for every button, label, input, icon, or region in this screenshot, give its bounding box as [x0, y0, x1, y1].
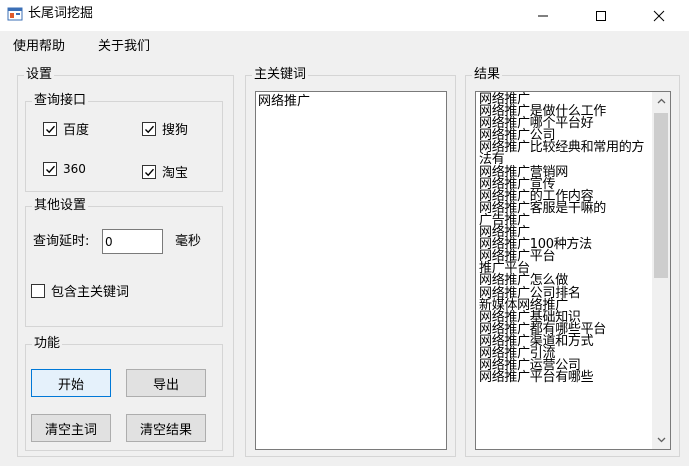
checkbox-360-label: 360: [63, 162, 86, 176]
window-title: 长尾词挖掘: [28, 6, 94, 21]
results-list: 网络推广 网络推广是做什么工作 网络推广哪个平台好 网络推广公司 网络推广比较经典和常用…: [479, 93, 651, 386]
chevron-up-icon: [657, 98, 665, 104]
checkbox-sogou-box[interactable]: [142, 121, 156, 136]
main-keyword-title: 主关键词: [252, 67, 309, 83]
close-icon: [653, 10, 665, 21]
delay-input[interactable]: [102, 229, 163, 254]
title-bar: 长尾词挖掘: [0, 0, 689, 31]
close-button[interactable]: [636, 0, 682, 31]
checkmark-icon: [46, 125, 56, 133]
maximize-icon: [596, 10, 606, 21]
main-keyword-value: 网络推广: [258, 94, 311, 109]
delay-unit-label: 毫秒: [175, 234, 202, 249]
chevron-down-icon: [657, 437, 665, 443]
scroll-up-button[interactable]: [652, 92, 670, 110]
checkbox-baidu-box[interactable]: [43, 121, 57, 136]
minimize-button[interactable]: [520, 0, 566, 31]
delay-label: 查询延时:: [33, 234, 90, 249]
settings-group-title: 设置: [24, 67, 55, 83]
result-line: 网络推广比较经典和常用的方法有: [479, 140, 645, 168]
checkmark-icon: [46, 165, 56, 174]
result-line: 网络推广平台有哪些: [479, 370, 594, 386]
checkbox-taobao-label: 淘宝: [162, 166, 189, 181]
checkbox-baidu[interactable]: 百度: [43, 119, 89, 138]
scroll-down-button[interactable]: [652, 431, 670, 449]
results-textarea[interactable]: 网络推广 网络推广是做什么工作 网络推广哪个平台好 网络推广公司 网络推广比较经典和常用…: [475, 91, 671, 450]
other-settings-group: 其他设置: [25, 198, 223, 327]
menu-item-help[interactable]: 使用帮助: [13, 39, 65, 55]
clear-results-button[interactable]: 清空结果: [126, 414, 206, 442]
checkbox-sogou-label: 搜狗: [162, 123, 189, 138]
scroll-thumb[interactable]: [654, 113, 668, 278]
checkbox-include-main-keyword-box[interactable]: [31, 283, 45, 298]
function-group-title: 功能: [32, 336, 63, 352]
maximize-button[interactable]: [578, 0, 624, 31]
results-scrollbar[interactable]: [652, 92, 670, 449]
checkbox-include-main-keyword[interactable]: 包含主关键词: [31, 281, 129, 300]
query-interface-title: 查询接口: [32, 93, 89, 109]
checkbox-sogou[interactable]: 搜狗: [142, 119, 188, 138]
menu-bar: 使用帮助 关于我们: [0, 31, 689, 63]
checkbox-include-main-keyword-label: 包含主关键词: [51, 285, 130, 300]
query-interface-group: 查询接口: [25, 93, 223, 192]
app-window-icon: [7, 6, 23, 22]
other-settings-title: 其他设置: [32, 198, 89, 214]
checkbox-360[interactable]: 360: [43, 162, 86, 176]
start-button[interactable]: 开始: [31, 369, 111, 397]
results-title: 结果: [472, 67, 503, 83]
minimize-icon: [538, 15, 548, 16]
checkbox-taobao[interactable]: 淘宝: [142, 162, 188, 181]
clear-main-keyword-button[interactable]: 清空主词: [31, 414, 111, 442]
checkmark-icon: [145, 168, 155, 176]
checkmark-icon: [145, 125, 155, 133]
menu-item-about[interactable]: 关于我们: [98, 39, 150, 55]
main-keyword-textarea[interactable]: 网络推广: [255, 91, 447, 450]
checkbox-taobao-box[interactable]: [142, 164, 156, 179]
checkbox-360-box[interactable]: [43, 162, 57, 176]
export-button[interactable]: 导出: [126, 369, 206, 397]
checkbox-baidu-label: 百度: [63, 123, 90, 138]
